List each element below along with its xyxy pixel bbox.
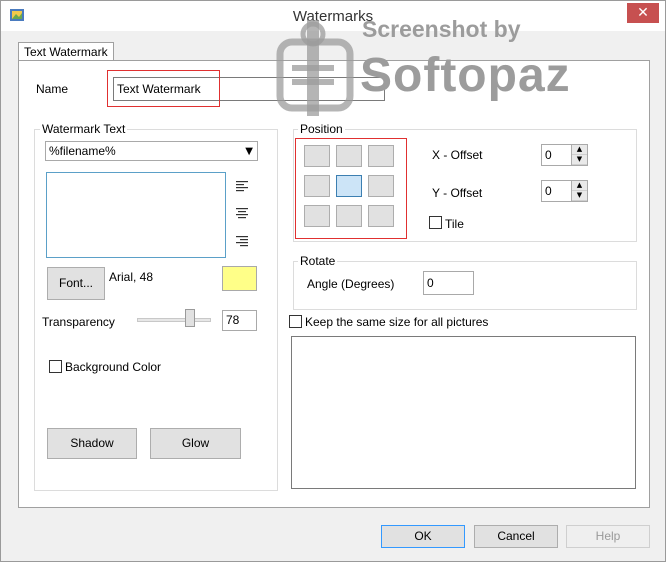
glow-button[interactable]: Glow — [150, 428, 241, 459]
watermark-text-combo[interactable]: %filename% ▼ — [45, 141, 258, 161]
close-button[interactable]: ✕ — [627, 3, 659, 23]
tab-text-watermark[interactable]: Text Watermark — [18, 42, 114, 61]
tile-checkbox[interactable] — [429, 216, 442, 229]
watermark-text-group-label: Watermark Text — [40, 122, 128, 136]
name-highlight — [107, 70, 220, 107]
preview-area — [291, 336, 636, 489]
text-watermark-panel: Name Text Watermark Watermark Text %file… — [18, 60, 650, 508]
transparency-slider-track[interactable] — [137, 318, 211, 322]
tile-label: Tile — [445, 217, 464, 231]
angle-label: Angle (Degrees) — [307, 277, 395, 291]
transparency-slider-thumb[interactable] — [185, 309, 195, 327]
watermark-text-combo-value: %filename% — [49, 144, 116, 158]
keep-size-checkbox[interactable] — [289, 315, 302, 328]
softopaz-logo-icon — [276, 20, 354, 116]
font-value: Arial, 48 — [109, 270, 154, 284]
y-offset-spinner[interactable]: 0 ▲ ▼ — [541, 180, 588, 202]
y-offset-spin-buttons[interactable]: ▲ ▼ — [571, 181, 587, 201]
watermark-text-area[interactable] — [46, 172, 226, 258]
font-color-swatch[interactable] — [222, 266, 257, 291]
angle-input[interactable]: 0 — [423, 271, 474, 295]
align-center-icon[interactable] — [235, 207, 249, 219]
name-label: Name — [36, 82, 69, 96]
y-offset-value: 0 — [545, 184, 552, 198]
shadow-button[interactable]: Shadow — [47, 428, 137, 459]
align-left-icon[interactable] — [235, 180, 249, 192]
help-button[interactable]: Help — [566, 525, 650, 548]
keep-size-label: Keep the same size for all pictures — [305, 315, 489, 329]
background-color-checkbox[interactable] — [49, 360, 62, 373]
ok-button[interactable]: OK — [381, 525, 465, 548]
chevron-down-icon[interactable]: ▼ — [245, 145, 253, 159]
y-offset-label: Y - Offset — [432, 186, 483, 200]
cancel-button[interactable]: Cancel — [474, 525, 558, 548]
position-group-label: Position — [298, 122, 345, 136]
transparency-input[interactable]: 78 — [222, 310, 257, 331]
rotate-group-label: Rotate — [298, 254, 338, 268]
x-offset-spin-buttons[interactable]: ▲ ▼ — [571, 145, 587, 165]
transparency-label: Transparency — [42, 315, 115, 329]
font-button[interactable]: Font... — [47, 267, 105, 300]
position-grid-highlight — [295, 138, 407, 239]
x-offset-value: 0 — [545, 148, 552, 162]
background-color-label: Background Color — [65, 360, 162, 374]
x-offset-spinner[interactable]: 0 ▲ ▼ — [541, 144, 588, 166]
x-offset-label: X - Offset — [432, 148, 483, 162]
align-right-icon[interactable] — [235, 235, 249, 247]
